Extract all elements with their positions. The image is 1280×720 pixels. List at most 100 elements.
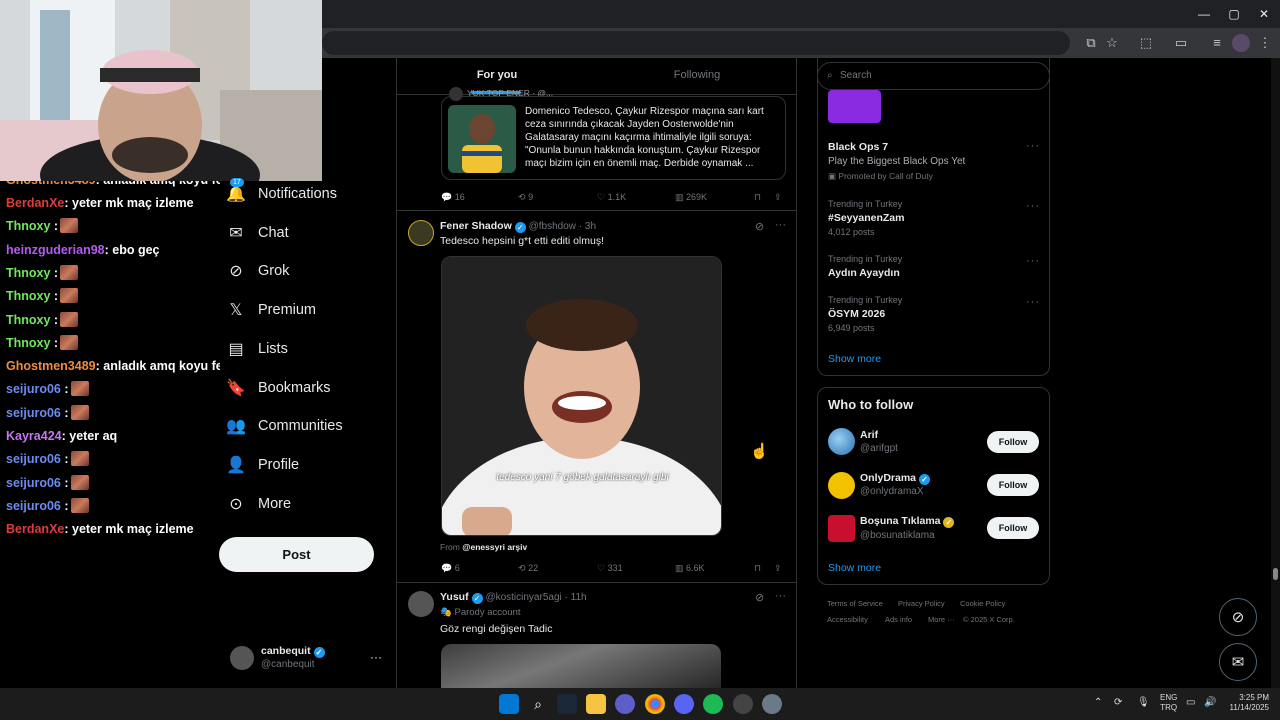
footer-more-link[interactable]: More ··· xyxy=(928,615,955,624)
minimize-icon[interactable]: — xyxy=(1192,6,1216,22)
trend-name[interactable]: ÖSYM 2026 xyxy=(828,308,885,320)
tweet-video[interactable] xyxy=(441,644,721,688)
source-account-link[interactable]: @enessyri arşiv xyxy=(462,542,527,552)
menu-kebab-icon[interactable]: ⋮ xyxy=(1256,34,1274,52)
network-icon[interactable]: ▭ xyxy=(1186,697,1195,708)
clock[interactable]: 3:25 PM 11/14/2025 xyxy=(1225,693,1269,713)
like-button[interactable]: ♡ 1.1K xyxy=(597,190,626,204)
trend-more-icon[interactable]: ··· xyxy=(1026,200,1040,212)
close-icon[interactable]: ✕ xyxy=(1252,6,1276,22)
nav-notifications[interactable]: 🔔 17 Notifications xyxy=(226,178,337,209)
tweet-avatar[interactable] xyxy=(408,591,434,617)
chat-username[interactable]: Ghostmen3489 xyxy=(6,359,96,373)
search-taskbar-icon[interactable]: ⌕ xyxy=(528,694,548,714)
nav-communities[interactable]: 👥 Communities xyxy=(226,411,343,441)
tweet-video[interactable]: tedesco yani 7 göbek galatasaraylı gibi xyxy=(441,256,722,536)
promo-image[interactable] xyxy=(828,90,881,123)
follow-button[interactable]: Follow xyxy=(987,517,1039,539)
trend-more-icon[interactable]: ··· xyxy=(1026,140,1040,152)
chat-username[interactable]: seijuro06 xyxy=(6,452,61,466)
tweet-more-icon[interactable]: ··· xyxy=(775,219,786,231)
page-scrollbar[interactable] xyxy=(1271,58,1280,688)
language-indicator[interactable]: ENG TRQ xyxy=(1160,693,1177,713)
chat-username[interactable]: Thnoxy xyxy=(6,336,50,350)
tweet-avatar[interactable] xyxy=(408,220,434,246)
chat-username[interactable]: seijuro06 xyxy=(6,499,61,513)
reply-button[interactable]: 💬 6 xyxy=(441,561,460,575)
share-icon[interactable]: ⇪ xyxy=(774,561,782,575)
footer-ads-link[interactable]: Ads info xyxy=(885,615,912,624)
tab-following[interactable]: Following xyxy=(597,58,796,94)
who-to-follow-show-more[interactable]: Show more xyxy=(828,562,881,574)
follow-button[interactable]: Follow xyxy=(987,474,1039,496)
file-explorer-icon[interactable] xyxy=(586,694,606,714)
microphone-icon[interactable]: 🎙 xyxy=(1137,697,1150,708)
chat-username[interactable]: Thnoxy xyxy=(6,313,50,327)
user-avatar[interactable] xyxy=(828,472,855,499)
views-button[interactable]: ▥ 269K xyxy=(675,190,707,204)
start-menu-icon[interactable] xyxy=(499,694,519,714)
nav-bookmarks[interactable]: 🔖 Bookmarks xyxy=(226,373,331,403)
chat-username[interactable]: BerdanXe xyxy=(6,522,64,536)
trend-name[interactable]: #SeyyanenZam xyxy=(828,212,904,224)
tray-chevron-icon[interactable]: ⌃ xyxy=(1094,697,1102,708)
maximize-icon[interactable]: ▢ xyxy=(1222,6,1246,22)
user-name[interactable]: OnlyDrama xyxy=(860,472,916,484)
repost-button[interactable]: ⟲ 22 xyxy=(518,561,538,575)
follow-button[interactable]: Follow xyxy=(987,431,1039,453)
trends-show-more[interactable]: Show more xyxy=(828,353,881,365)
account-avatar[interactable] xyxy=(230,646,254,670)
chat-username[interactable]: Kayra424 xyxy=(6,429,62,443)
account-switcher[interactable]: canbequit ✓ xyxy=(261,645,325,658)
media-icon[interactable]: ≡ xyxy=(1208,34,1226,52)
nav-grok[interactable]: ⊘ Grok xyxy=(226,256,289,286)
messages-fab-button[interactable]: ✉ xyxy=(1219,643,1257,681)
author-name[interactable]: Yusuf xyxy=(440,591,469,603)
account-menu-icon[interactable]: ··· xyxy=(370,650,382,664)
quoted-tweet-card[interactable]: Domenico Tedesco, Çaykur Rizespor maçına… xyxy=(441,96,786,180)
chat-username[interactable]: Thnoxy xyxy=(6,289,50,303)
grok-explain-icon[interactable]: ⊘ xyxy=(755,591,764,604)
author-name[interactable]: Fener Shadow xyxy=(440,220,512,232)
chat-username[interactable]: Thnoxy xyxy=(6,219,50,233)
bookmark-star-icon[interactable]: ☆ xyxy=(1103,34,1121,52)
split-view-icon[interactable]: ▭ xyxy=(1172,34,1190,52)
trend-more-icon[interactable]: ··· xyxy=(1026,296,1040,308)
chat-username[interactable]: seijuro06 xyxy=(6,476,61,490)
volume-icon[interactable]: 🔊 xyxy=(1204,697,1216,708)
chat-username[interactable]: seijuro06 xyxy=(6,382,61,396)
spotify-icon[interactable] xyxy=(703,694,723,714)
views-button[interactable]: ▥ 6.6K xyxy=(675,561,705,575)
scrollbar-thumb[interactable] xyxy=(1273,568,1278,580)
tray-app-icon[interactable]: ⟳ xyxy=(1114,697,1122,708)
trend-name[interactable]: Aydın Ayaydın xyxy=(828,267,900,279)
user-avatar[interactable] xyxy=(828,515,855,542)
trend-more-icon[interactable]: ··· xyxy=(1026,255,1040,267)
steam-icon[interactable] xyxy=(557,694,577,714)
bookmark-tweet-icon[interactable]: ⊓ xyxy=(754,190,761,204)
nav-chat[interactable]: ✉ Chat xyxy=(226,218,288,248)
chat-username[interactable]: Ghostmen3489 xyxy=(6,181,96,187)
grok-explain-icon[interactable]: ⊘ xyxy=(755,220,764,233)
app-icon[interactable] xyxy=(733,694,753,714)
nav-more[interactable]: ⊙ More xyxy=(226,489,291,519)
chat-username[interactable]: seijuro06 xyxy=(6,406,61,420)
chat-username[interactable]: heinzguderian98 xyxy=(6,243,105,257)
reply-button[interactable]: 💬 16 xyxy=(441,190,465,204)
chat-username[interactable]: BerdanXe xyxy=(6,196,64,210)
tweet-more-icon[interactable]: ··· xyxy=(775,590,786,602)
user-avatar[interactable] xyxy=(828,428,855,455)
grok-fab-button[interactable]: ⊘ xyxy=(1219,598,1257,636)
nav-lists[interactable]: ▤ Lists xyxy=(226,334,287,364)
nav-profile[interactable]: 👤 Profile xyxy=(226,450,299,480)
footer-cookie-link[interactable]: Cookie Policy xyxy=(960,599,1005,608)
settings-icon[interactable] xyxy=(762,694,782,714)
share-icon[interactable]: ⇪ xyxy=(774,190,782,204)
like-button[interactable]: ♡ 331 xyxy=(597,561,623,575)
discord-icon[interactable] xyxy=(674,694,694,714)
nav-premium[interactable]: 𝕏 Premium xyxy=(226,295,316,325)
post-button[interactable]: Post xyxy=(219,537,374,572)
profile-avatar-icon[interactable] xyxy=(1232,34,1250,52)
bookmark-tweet-icon[interactable]: ⊓ xyxy=(754,561,761,575)
footer-privacy-link[interactable]: Privacy Policy xyxy=(898,599,945,608)
